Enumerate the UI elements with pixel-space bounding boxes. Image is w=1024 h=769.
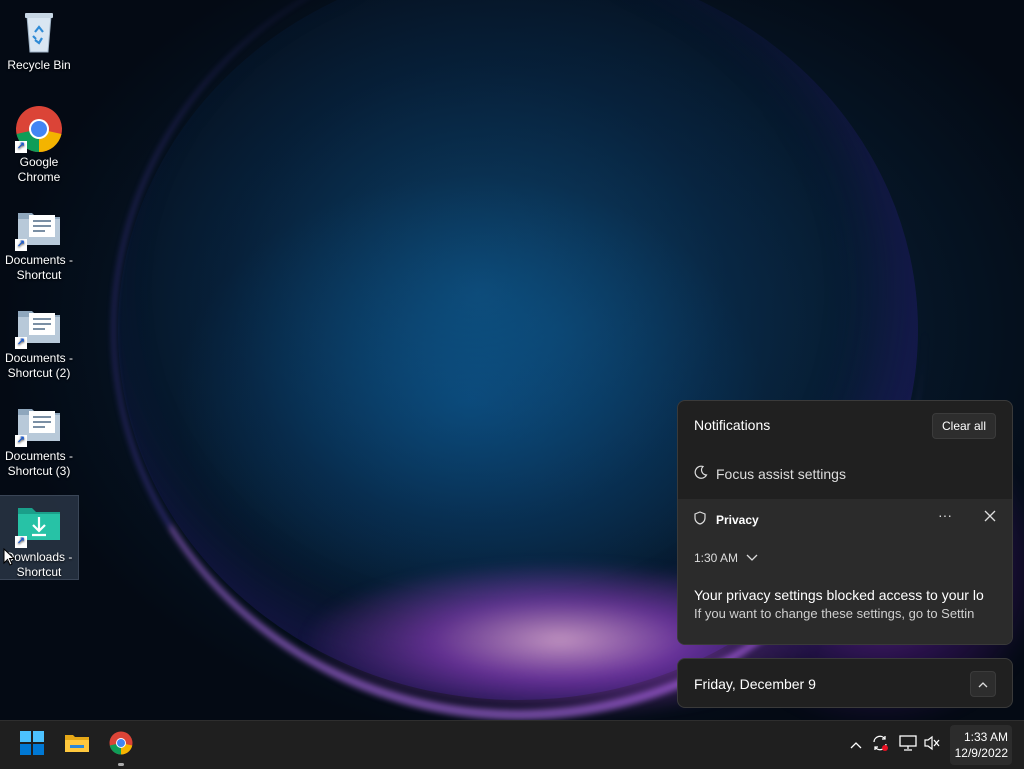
desktop-icon-documents-shortcut[interactable]: ↗ Documents - Shortcut — [0, 197, 78, 283]
calendar-date: Friday, December 9 — [694, 676, 816, 692]
desktop-icon-recycle-bin[interactable]: Recycle Bin — [0, 2, 78, 73]
chrome-icon: ↗ — [15, 105, 63, 153]
notifications-title: Notifications — [694, 417, 771, 433]
documents-folder-icon: ↗ — [15, 203, 63, 251]
notification-app-name: Privacy — [716, 512, 759, 527]
downloads-folder-icon: ↗ — [15, 500, 63, 548]
notification-card-privacy[interactable]: Privacy ··· 1:30 AM Your privacy setting… — [678, 499, 1012, 644]
notification-title: Your privacy settings blocked access to … — [694, 587, 984, 603]
desktop-icon-google-chrome[interactable]: ↗ Google Chrome — [0, 99, 78, 185]
moon-icon — [694, 465, 708, 482]
notification-time-toggle[interactable]: 1:30 AM — [694, 551, 758, 565]
clock-time: 1:33 AM — [963, 730, 1008, 744]
desktop-icon-label: Google Chrome — [17, 155, 61, 184]
file-explorer-icon — [64, 732, 90, 759]
taskbar-clock[interactable]: 1:33 AM 12/9/2022 — [950, 725, 1012, 765]
focus-assist-settings-link[interactable]: Focus assist settings — [694, 465, 846, 482]
desktop-icon-documents-shortcut-2[interactable]: ↗ Documents - Shortcut (2) — [0, 295, 78, 381]
chevron-down-icon — [746, 551, 758, 565]
start-button[interactable] — [14, 727, 50, 763]
shortcut-arrow-icon: ↗ — [15, 435, 27, 447]
documents-folder-icon: ↗ — [15, 399, 63, 447]
file-explorer-taskbar-button[interactable] — [59, 727, 95, 763]
shortcut-arrow-icon: ↗ — [15, 337, 27, 349]
clock-date: 12/9/2022 — [954, 746, 1008, 760]
chrome-icon — [109, 731, 133, 760]
calendar-panel: Friday, December 9 — [677, 658, 1013, 708]
shield-icon — [694, 511, 706, 528]
notification-body: If you want to change these settings, go… — [694, 606, 975, 621]
chrome-taskbar-button[interactable] — [103, 727, 139, 766]
network-icon — [899, 734, 917, 756]
show-hidden-icons-button[interactable] — [846, 733, 866, 757]
running-indicator — [118, 763, 124, 766]
notification-app: Privacy — [694, 511, 759, 528]
recycle-bin-icon — [15, 8, 63, 56]
taskbar: 1:33 AM 12/9/2022 — [0, 720, 1024, 769]
shortcut-arrow-icon: ↗ — [15, 239, 27, 251]
documents-folder-icon: ↗ — [15, 301, 63, 349]
volume-muted-icon — [923, 735, 941, 756]
close-icon[interactable] — [984, 509, 996, 527]
desktop-icon-label: Documents - Shortcut (3) — [4, 449, 74, 478]
desktop-icon-documents-shortcut-3[interactable]: ↗ Documents - Shortcut (3) — [0, 393, 78, 479]
shortcut-arrow-icon: ↗ — [15, 536, 27, 548]
notification-time: 1:30 AM — [694, 551, 739, 565]
mouse-cursor-icon — [3, 547, 16, 571]
calendar-expand-button[interactable] — [970, 671, 996, 697]
desktop-icon-label: Documents - Shortcut (2) — [4, 351, 74, 380]
volume-tray-button[interactable] — [922, 733, 942, 757]
more-options-icon[interactable]: ··· — [938, 507, 952, 523]
clear-all-button[interactable]: Clear all — [931, 413, 996, 439]
desktop-icon-label: Documents - Shortcut — [4, 253, 74, 282]
notification-center: Notifications Clear all Focus assist set… — [677, 400, 1013, 645]
shortcut-arrow-icon: ↗ — [15, 141, 27, 153]
windows-start-icon — [20, 730, 44, 760]
sync-icon — [871, 734, 889, 757]
network-tray-button[interactable] — [898, 733, 918, 757]
desktop-icon-label: Recycle Bin — [7, 58, 71, 72]
chevron-up-icon — [850, 736, 862, 754]
chevron-up-icon — [978, 675, 988, 693]
sync-tray-button[interactable] — [870, 733, 890, 757]
focus-assist-label: Focus assist settings — [716, 465, 846, 482]
